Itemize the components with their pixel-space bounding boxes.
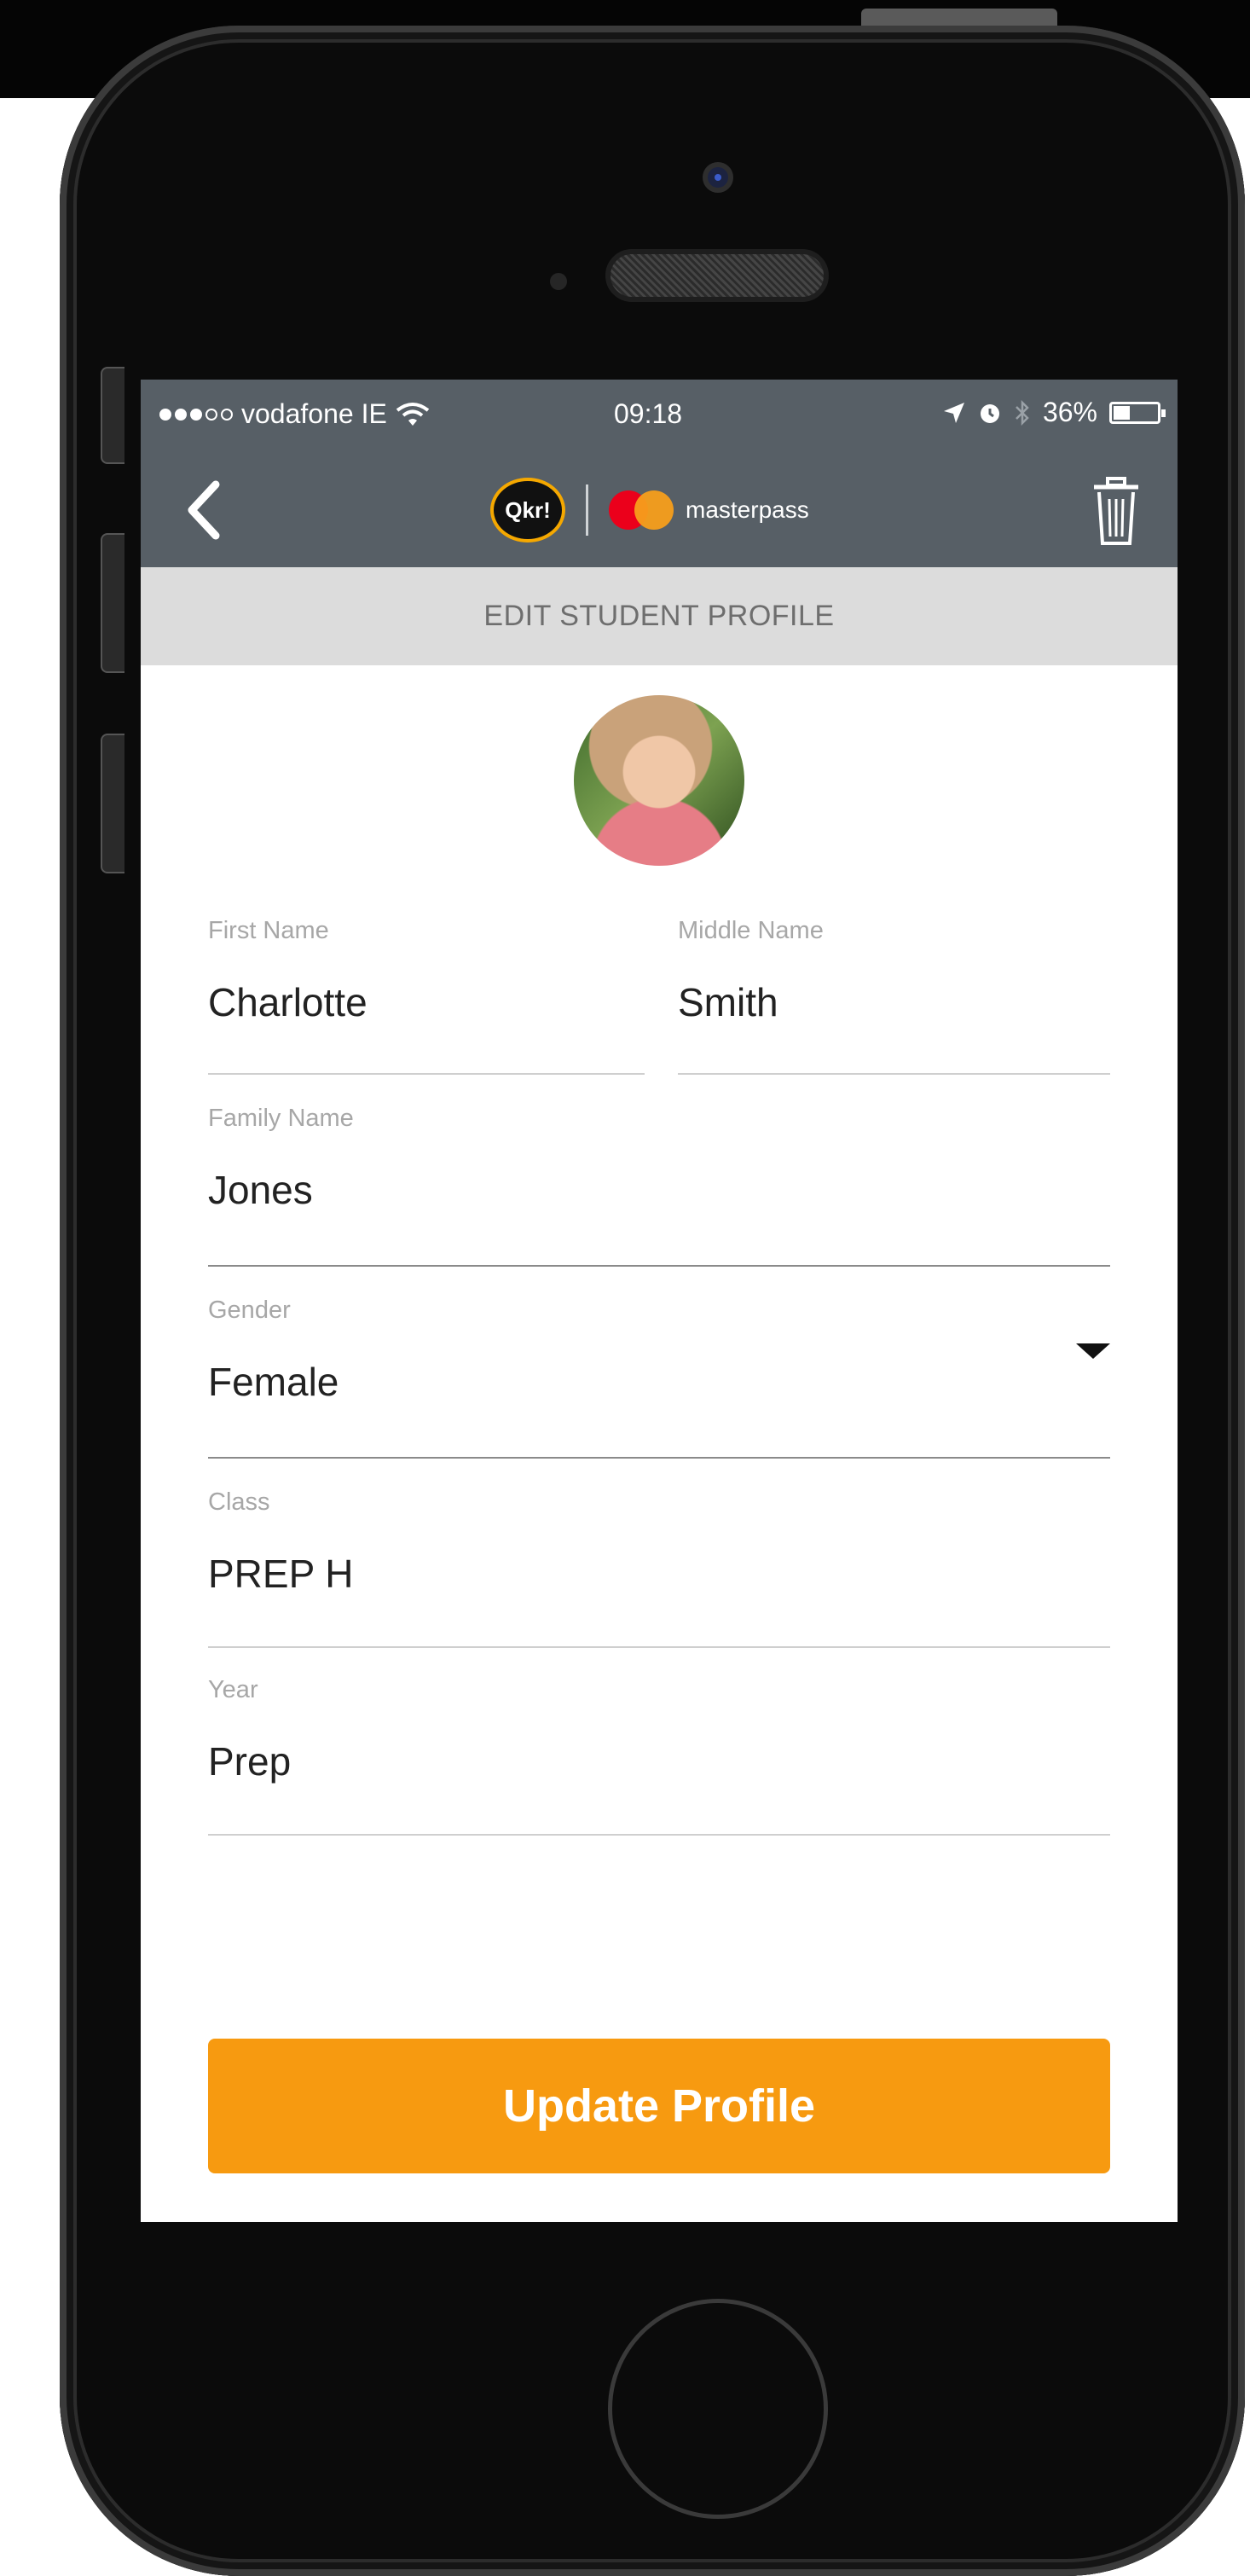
field-underline <box>208 1265 1110 1267</box>
page-title: EDIT STUDENT PROFILE <box>141 567 1178 665</box>
bluetooth-icon <box>1016 399 1029 426</box>
field-underline <box>208 1646 1110 1648</box>
year-value[interactable]: Prep <box>208 1738 1110 1784</box>
brand-logos: Qkr! masterpass <box>490 478 809 542</box>
alarm-icon <box>980 403 999 423</box>
gender-select[interactable]: Gender Female <box>208 1297 1110 1459</box>
chevron-left-icon <box>188 480 220 540</box>
field-underline <box>208 1073 645 1075</box>
year-field[interactable]: Year Prep <box>208 1676 1110 1836</box>
qkr-logo: Qkr! <box>490 478 565 542</box>
home-button[interactable] <box>608 2299 828 2519</box>
front-camera <box>703 162 733 193</box>
middle-name-field[interactable]: Middle Name Smith <box>678 917 1110 1075</box>
volume-up-button <box>101 533 124 673</box>
class-value[interactable]: PREP H <box>208 1551 1110 1597</box>
signal-dot <box>175 408 187 421</box>
status-time: 09:18 <box>614 398 683 429</box>
proximity-sensor <box>550 273 567 290</box>
family-name-field[interactable]: Family Name Jones <box>208 1105 1110 1267</box>
signal-strength-icon <box>159 408 233 421</box>
status-icons: 36% <box>942 397 1166 428</box>
field-underline <box>678 1073 1110 1075</box>
first-name-field[interactable]: First Name Charlotte <box>208 917 645 1075</box>
field-underline <box>208 1834 1110 1836</box>
trash-icon <box>1094 477 1138 545</box>
wifi-icon <box>396 402 430 426</box>
signal-dot <box>190 408 202 421</box>
navigation-bar: Qkr! masterpass <box>141 452 1178 567</box>
gender-label: Gender <box>208 1297 291 1324</box>
family-name-label: Family Name <box>208 1105 354 1132</box>
mute-switch <box>101 367 124 464</box>
middle-name-value[interactable]: Smith <box>678 979 1110 1025</box>
first-name-value[interactable]: Charlotte <box>208 979 645 1025</box>
student-avatar[interactable] <box>574 695 744 866</box>
update-profile-button[interactable]: Update Profile <box>208 2039 1110 2173</box>
signal-dot <box>159 408 171 421</box>
mastercard-logo-icon <box>609 490 674 530</box>
power-button <box>861 9 1057 26</box>
signal-dot <box>205 408 217 421</box>
middle-name-label: Middle Name <box>678 917 824 944</box>
field-underline <box>208 1457 1110 1459</box>
battery-tip <box>1161 409 1166 417</box>
carrier-info: vodafone IE <box>159 398 430 430</box>
signal-dot <box>221 408 233 421</box>
brand-divider <box>586 484 588 536</box>
carrier-name: vodafone IE <box>241 398 387 429</box>
battery-percent: 36% <box>1042 397 1097 427</box>
year-label: Year <box>208 1676 258 1703</box>
battery-icon <box>1109 401 1166 424</box>
volume-down-button <box>101 734 124 873</box>
status-bar: vodafone IE 09:18 36% <box>141 380 1178 452</box>
location-arrow-icon <box>943 402 964 423</box>
family-name-value[interactable]: Jones <box>208 1167 1110 1213</box>
first-name-label: First Name <box>208 917 329 944</box>
class-field[interactable]: Class PREP H <box>208 1488 1110 1648</box>
back-button[interactable] <box>180 476 231 544</box>
gender-value[interactable]: Female <box>208 1359 1110 1405</box>
app-screen: vodafone IE 09:18 36% Qkr! masterpass ED… <box>141 380 1178 2222</box>
battery-level <box>1114 405 1131 420</box>
earpiece-speaker <box>605 249 829 302</box>
caret-down-icon[interactable] <box>1076 1343 1110 1359</box>
mastercard-orange-circle <box>634 490 674 530</box>
masterpass-label: masterpass <box>686 496 809 523</box>
class-label: Class <box>208 1488 270 1516</box>
delete-profile-button[interactable] <box>1091 473 1142 548</box>
